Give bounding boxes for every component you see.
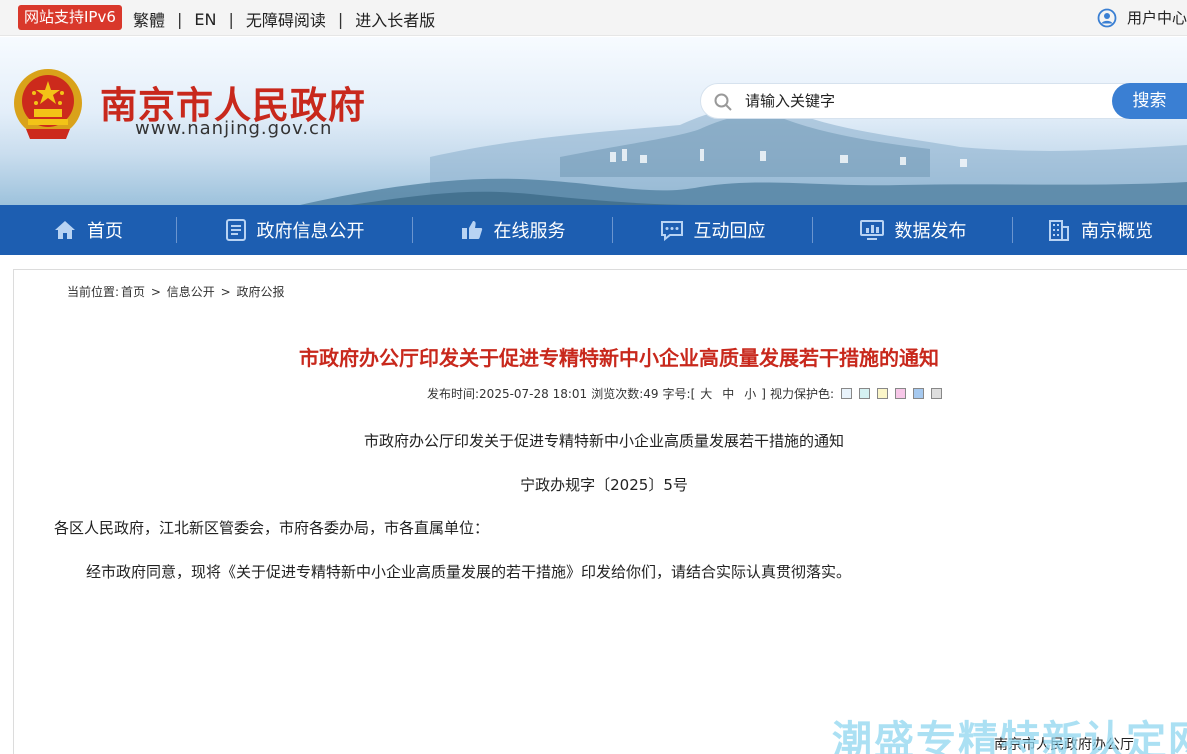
accessibility-link[interactable]: 无障碍阅读 <box>246 7 326 31</box>
article-meta: 发布时间: 2025-07-28 18:01 浏览次数: 49 字号: [ 大 … <box>427 385 943 402</box>
search-input[interactable] <box>745 90 1105 112</box>
user-center-label: 用户中心 <box>1127 9 1187 27</box>
eye-color-swatch-4[interactable] <box>895 388 907 399</box>
thumbs-up-icon <box>461 221 482 239</box>
eye-protect-label: 视力保护色: <box>769 387 835 401</box>
search-icon <box>714 93 732 111</box>
fontsize-label: 字号: <box>662 387 691 401</box>
breadcrumb-home[interactable]: 首页 <box>121 285 145 299</box>
building-icon <box>1049 220 1069 241</box>
user-center-link[interactable]: 用户中心 <box>1097 7 1187 28</box>
national-emblem-icon <box>14 69 82 139</box>
nav-item-label: 数据发布 <box>894 221 967 242</box>
document-title: 市政府办公厅印发关于促进专精特新中小企业高质量发展若干措施的通知 <box>363 432 844 450</box>
top-links: 繁體 | EN | 无障碍阅读 | 进入长者版 <box>133 7 435 31</box>
nav-item-online-service[interactable]: 在线服务 <box>413 205 612 255</box>
nav-item-home[interactable]: 首页 <box>0 205 176 255</box>
breadcrumb-separator: > <box>220 285 231 299</box>
fontsize-bracket-close: ] <box>761 386 766 401</box>
font-large-button[interactable]: 大 <box>700 385 712 402</box>
eye-color-swatch-1[interactable] <box>841 388 853 399</box>
article-panel: 当前位置: 首页 > 信息公开 > 政府公报 市政府办公厅印发关于促进专精特新中小… <box>13 269 1187 754</box>
document-icon <box>225 219 246 241</box>
fontsize-bracket-open: [ <box>690 386 696 401</box>
eye-color-swatch-2[interactable] <box>859 388 871 399</box>
nav-item-nanjing-overview[interactable]: 南京概览 <box>1013 205 1187 255</box>
top-separator: | <box>228 9 234 29</box>
nav-item-data-release[interactable]: 数据发布 <box>813 205 1012 255</box>
nav-item-label: 政府信息公开 <box>256 221 365 242</box>
document-addressee: 各区人民政府，江北新区管委会，市府各委办局，市各直属单位： <box>54 519 490 537</box>
document-paragraph: 经市政府同意，现将《关于促进专精特新中小企业高质量发展的若干措施》印发给你们，请… <box>86 563 852 581</box>
home-icon <box>55 221 75 239</box>
user-icon <box>1097 8 1117 27</box>
site-url: www.nanjing.gov.cn <box>135 118 333 139</box>
nav-item-label: 首页 <box>87 221 123 242</box>
watermark: 潮盛专精特新认定网 <box>832 718 1187 754</box>
search-button[interactable]: 搜索 <box>1112 83 1187 119</box>
breadcrumb-info[interactable]: 信息公开 <box>167 285 215 299</box>
eye-color-swatch-6[interactable] <box>931 388 943 399</box>
english-link[interactable]: EN <box>194 10 216 29</box>
nav-item-label: 在线服务 <box>493 221 566 242</box>
nav-item-label: 互动回应 <box>693 221 766 242</box>
breadcrumb: 当前位置: 首页 > 信息公开 > 政府公报 <box>67 283 287 300</box>
elder-version-link[interactable]: 进入长者版 <box>355 7 435 31</box>
article-title: 市政府办公厅印发关于促进专精特新中小企业高质量发展若干措施的通知 <box>299 346 939 370</box>
breadcrumb-bulletin[interactable]: 政府公报 <box>237 285 285 299</box>
header-banner: 南京市人民政府 www.nanjing.gov.cn 搜索 <box>0 37 1187 205</box>
monitor-chart-icon <box>859 220 884 240</box>
nav-item-label: 南京概览 <box>1081 221 1153 242</box>
font-medium-button[interactable]: 中 <box>722 385 734 402</box>
views-count: 49 <box>643 386 659 401</box>
nav-item-gov-info[interactable]: 政府信息公开 <box>177 205 412 255</box>
top-bar: 网站支持IPv6 繁體 | EN | 无障碍阅读 | 进入长者版 用户中心 <box>0 0 1187 36</box>
publish-time: 2025-07-28 18:01 <box>479 386 588 401</box>
chat-icon <box>660 221 683 241</box>
breadcrumb-separator: > <box>150 285 161 299</box>
ipv6-badge: 网站支持IPv6 <box>18 5 122 30</box>
traditional-chinese-link[interactable]: 繁體 <box>133 7 165 31</box>
top-separator: | <box>177 9 183 29</box>
font-small-button[interactable]: 小 <box>744 385 756 402</box>
publish-label: 发布时间: <box>427 387 480 401</box>
top-separator: | <box>337 9 344 29</box>
document-number: 宁政办规字〔2025〕5号 <box>520 476 688 494</box>
eye-color-swatch-3[interactable] <box>877 388 889 399</box>
breadcrumb-prefix: 当前位置: <box>67 285 120 299</box>
nav-item-interaction[interactable]: 互动回应 <box>613 205 812 255</box>
views-label: 浏览次数: <box>591 387 644 401</box>
eye-color-swatch-5[interactable] <box>913 388 925 399</box>
main-nav: 首页 政府信息公开 在线服务 互动回应 数据发布 南京概览 <box>0 205 1187 255</box>
